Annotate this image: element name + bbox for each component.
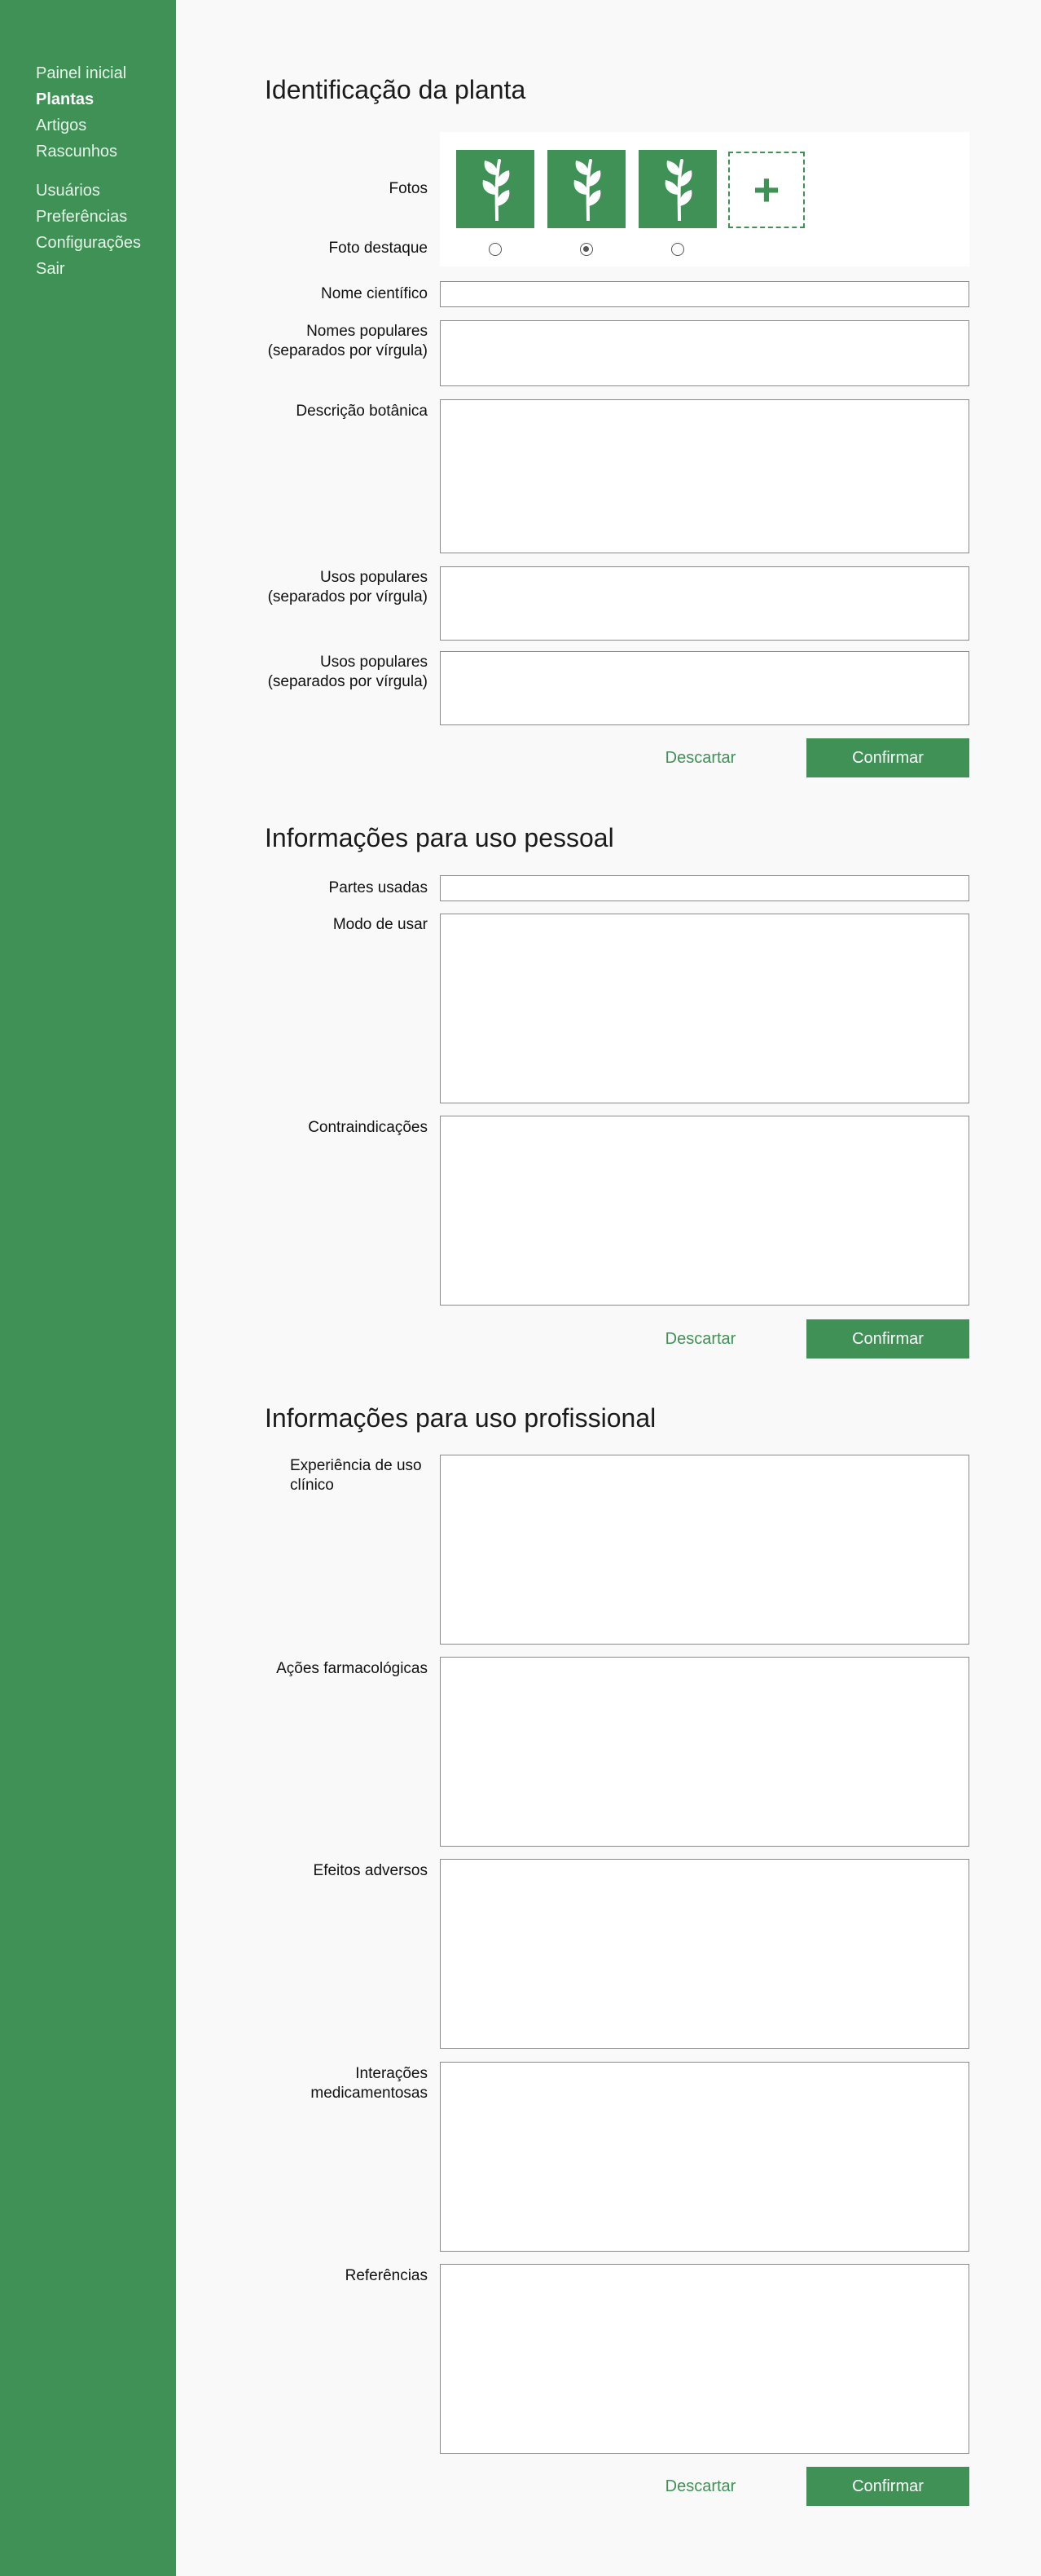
popular-uses-label: Usos populares (separados por vírgula) xyxy=(267,654,428,690)
sidebar: Painel inicial Plantas Artigos Rascunhos… xyxy=(0,0,176,2576)
botanical-description-input[interactable] xyxy=(440,399,969,553)
scientific-name-label: Nome científico xyxy=(321,285,428,302)
sidebar-item-preferencias[interactable]: Preferências xyxy=(36,204,141,230)
confirm-button[interactable]: Confirmar xyxy=(806,1319,969,1358)
discard-button[interactable]: Descartar xyxy=(627,2467,774,2506)
popular-names-label: Nomes populares (separados por vírgula) xyxy=(267,323,428,359)
how-to-use-label: Modo de usar xyxy=(332,916,428,933)
drug-interactions-label: Interações medicamentosas xyxy=(310,2065,428,2102)
adverse-effects-input[interactable] xyxy=(440,1859,969,2049)
parts-used-label: Partes usadas xyxy=(328,879,428,896)
how-to-use-input[interactable] xyxy=(440,914,969,1103)
confirm-button[interactable]: Confirmar xyxy=(806,738,969,777)
contraindications-input[interactable] xyxy=(440,1116,969,1306)
sidebar-item-usuarios[interactable]: Usuários xyxy=(36,178,141,204)
botanical-description-label: Descrição botânica xyxy=(296,403,428,420)
contraindications-label: Contraindicações xyxy=(308,1119,428,1136)
photo-thumbnail[interactable] xyxy=(547,150,626,228)
popular-names-input[interactable] xyxy=(440,320,969,386)
popular-uses-input[interactable] xyxy=(440,566,969,641)
photos-label: Fotos xyxy=(389,180,428,197)
sidebar-item-plantas[interactable]: Plantas xyxy=(36,86,141,112)
featured-photo-label: Foto destaque xyxy=(328,240,428,257)
plant-icon xyxy=(665,159,692,221)
discard-button[interactable]: Descartar xyxy=(627,738,774,777)
discard-button[interactable]: Descartar xyxy=(627,1319,774,1358)
section-title-professional: Informações para uso profissional xyxy=(265,1403,657,1433)
sidebar-divider xyxy=(36,165,141,178)
clinical-experience-label: Experiência de uso clínico xyxy=(290,1457,422,1494)
confirm-button[interactable]: Confirmar xyxy=(806,2467,969,2506)
references-label: Referências xyxy=(345,2267,428,2284)
featured-photo-radio[interactable] xyxy=(580,243,593,256)
popular-uses-input[interactable] xyxy=(440,651,969,725)
featured-photo-radio[interactable] xyxy=(489,243,502,256)
section-title-identification: Identificação da planta xyxy=(265,75,526,104)
sidebar-nav: Painel inicial Plantas Artigos Rascunhos… xyxy=(36,60,141,282)
popular-uses-label: Usos populares (separados por vírgula) xyxy=(267,569,428,605)
drug-interactions-input[interactable] xyxy=(440,2062,969,2252)
sidebar-item-rascunhos[interactable]: Rascunhos xyxy=(36,139,141,165)
photo-thumbnail[interactable] xyxy=(639,150,717,228)
adverse-effects-label: Efeitos adversos xyxy=(313,1862,428,1879)
photo-thumbnail[interactable] xyxy=(456,150,534,228)
plant-icon xyxy=(573,159,601,221)
photo-gallery: + xyxy=(440,132,969,266)
plus-icon: + xyxy=(753,164,780,215)
clinical-experience-input[interactable] xyxy=(440,1455,969,1645)
sidebar-item-configuracoes[interactable]: Configurações xyxy=(36,230,141,256)
parts-used-input[interactable] xyxy=(440,875,969,901)
add-photo-button[interactable]: + xyxy=(728,152,805,228)
sidebar-item-sair[interactable]: Sair xyxy=(36,256,141,282)
pharmacological-actions-label: Ações farmacológicas xyxy=(276,1660,428,1677)
section-title-personal: Informações para uso pessoal xyxy=(265,823,614,852)
sidebar-item-painel-inicial[interactable]: Painel inicial xyxy=(36,60,141,86)
sidebar-item-artigos[interactable]: Artigos xyxy=(36,112,141,139)
scientific-name-input[interactable] xyxy=(440,281,969,307)
pharmacological-actions-input[interactable] xyxy=(440,1657,969,1847)
references-input[interactable] xyxy=(440,2264,969,2454)
featured-photo-radio[interactable] xyxy=(671,243,684,256)
plant-icon xyxy=(482,159,510,221)
